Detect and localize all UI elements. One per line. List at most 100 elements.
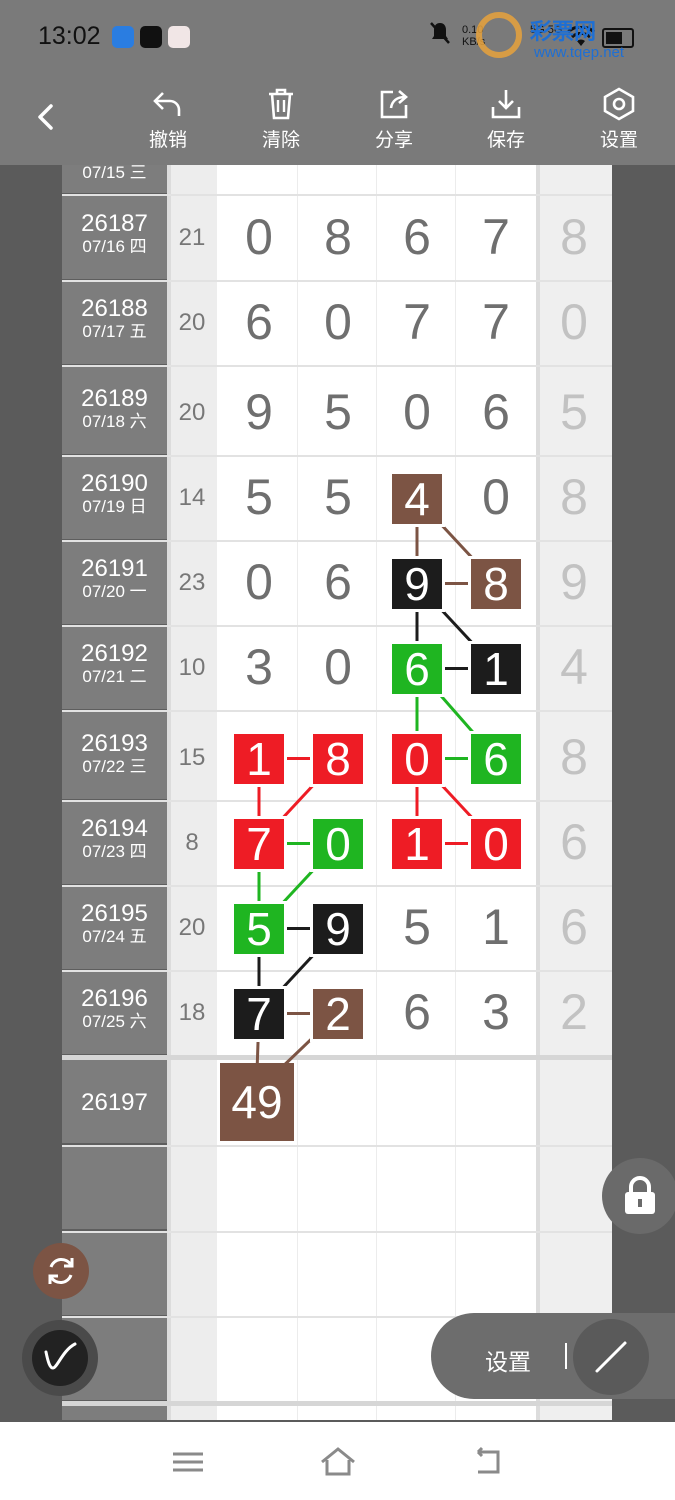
digit-cell[interactable]: 3 bbox=[457, 983, 535, 1041]
digit-cell[interactable]: 0 bbox=[220, 208, 298, 266]
issue-number: 26190 bbox=[81, 470, 148, 497]
digit-cell[interactable]: 7 bbox=[378, 293, 456, 351]
watermark-text: 彩票网 bbox=[530, 19, 597, 44]
highlighted-digit[interactable]: 9 bbox=[392, 558, 442, 609]
highlighted-digit[interactable]: 4 bbox=[392, 473, 442, 524]
digit-cell[interactable]: 3 bbox=[220, 638, 298, 696]
download-icon bbox=[491, 90, 521, 119]
pen-button[interactable] bbox=[22, 1320, 98, 1396]
digit-cell[interactable]: 5 bbox=[378, 898, 456, 956]
line-tool-button[interactable] bbox=[573, 1319, 649, 1395]
watermark-logo bbox=[476, 12, 522, 58]
highlighted-digit[interactable]: 7 bbox=[234, 988, 284, 1039]
settings-label: 设置 bbox=[599, 130, 638, 151]
refresh-button[interactable] bbox=[33, 1243, 89, 1299]
sum-value: 21 bbox=[178, 224, 206, 251]
highlighted-digit[interactable]: 1 bbox=[234, 733, 284, 784]
issue-date: 07/25 六 bbox=[82, 1012, 147, 1031]
digit-cell[interactable]: 7 bbox=[457, 208, 535, 266]
clear-label: 清除 bbox=[261, 130, 300, 151]
issue-number: 26192 bbox=[81, 640, 148, 667]
issue-date: 07/23 四 bbox=[82, 842, 147, 861]
highlighted-digit[interactable]: 1 bbox=[471, 643, 521, 694]
menu-nav-icon[interactable] bbox=[168, 1444, 208, 1480]
pill-separator bbox=[565, 1343, 567, 1369]
highlighted-digit[interactable]: 7 bbox=[234, 818, 284, 869]
trend-board[interactable]: 07/15 三 26187 07/16 四 21 0 8 6 7 8 26188 07/17 五2… bbox=[62, 165, 612, 1420]
save-label: 保存 bbox=[486, 130, 525, 151]
digit-cell[interactable]: 0 bbox=[299, 293, 377, 351]
issue-date: 07/16 四 bbox=[82, 237, 147, 256]
highlighted-digit[interactable]: 9 bbox=[313, 903, 363, 954]
extra-digit: 0 bbox=[560, 294, 588, 350]
issue-cell: 26195 07/24 五 bbox=[62, 886, 167, 971]
digit-cell[interactable]: 0 bbox=[299, 638, 377, 696]
settings-pill[interactable]: 设置 bbox=[431, 1313, 675, 1399]
line-tool-icon bbox=[595, 1341, 627, 1373]
lock-button[interactable] bbox=[602, 1158, 675, 1234]
digit-cell[interactable]: 0 bbox=[457, 468, 535, 526]
highlighted-digit[interactable]: 0 bbox=[313, 818, 363, 869]
digit-cell[interactable]: 5 bbox=[299, 468, 377, 526]
row-divider bbox=[62, 710, 612, 712]
next-issue-cell: 26197 bbox=[62, 1060, 167, 1145]
highlighted-digit[interactable]: 1 bbox=[392, 818, 442, 869]
sum-value: 18 bbox=[178, 999, 206, 1026]
issue-cell: 26196 07/25 六 bbox=[62, 971, 167, 1056]
highlighted-digit[interactable]: 6 bbox=[392, 643, 442, 694]
issue-cell: 26188 07/17 五 bbox=[62, 281, 167, 366]
issue-cell: 26191 07/20 一 bbox=[62, 541, 167, 626]
issue-number: 26187 bbox=[81, 210, 148, 237]
highlighted-digit[interactable]: 8 bbox=[313, 733, 363, 784]
trash-icon bbox=[269, 88, 293, 120]
undo-icon bbox=[153, 92, 181, 116]
settings-button[interactable]: 设置 bbox=[579, 83, 659, 161]
extra-digit: 5 bbox=[560, 384, 588, 440]
digit-cell[interactable]: 6 bbox=[378, 983, 456, 1041]
tiktok-icon bbox=[140, 26, 162, 48]
issue-number: 26196 bbox=[81, 985, 148, 1012]
issue-date: 07/21 二 bbox=[82, 667, 147, 686]
digit-cell[interactable]: 8 bbox=[299, 208, 377, 266]
save-button[interactable]: 保存 bbox=[466, 83, 546, 161]
pen-icon bbox=[44, 1342, 77, 1370]
sum-value: 14 bbox=[178, 484, 206, 511]
clear-button[interactable]: 清除 bbox=[241, 83, 321, 161]
issue-date: 07/15 三 bbox=[82, 165, 147, 182]
watermark-url: www.tqep.net bbox=[534, 44, 625, 61]
digit-cell[interactable]: 0 bbox=[378, 383, 456, 441]
extra-digit: 2 bbox=[560, 984, 588, 1040]
digit-cell[interactable]: 7 bbox=[457, 293, 535, 351]
issue-number: 26193 bbox=[81, 730, 148, 757]
highlighted-digit[interactable]: 0 bbox=[471, 818, 521, 869]
digit-cell[interactable]: 5 bbox=[299, 383, 377, 441]
digit-cell[interactable]: 6 bbox=[220, 293, 298, 351]
digit-cell[interactable]: 9 bbox=[220, 383, 298, 441]
digit-cell[interactable]: 6 bbox=[299, 553, 377, 611]
digit-cell[interactable]: 0 bbox=[220, 553, 298, 611]
issue-date: 07/18 六 bbox=[82, 412, 147, 431]
group-divider bbox=[62, 1401, 612, 1406]
digit-cell[interactable]: 6 bbox=[457, 383, 535, 441]
highlighted-digit[interactable]: 0 bbox=[392, 733, 442, 784]
highlighted-digit[interactable]: 2 bbox=[313, 988, 363, 1039]
undo-button[interactable]: 撤销 bbox=[128, 83, 208, 161]
sum-value: 20 bbox=[178, 399, 206, 426]
highlighted-digit[interactable]: 8 bbox=[471, 558, 521, 609]
highlighted-digit[interactable]: 6 bbox=[471, 733, 521, 784]
issue-number: 26189 bbox=[81, 385, 148, 412]
sum-value: 23 bbox=[178, 569, 206, 596]
extra-digit: 8 bbox=[560, 729, 588, 785]
back-nav-icon[interactable] bbox=[468, 1444, 508, 1480]
prediction-box[interactable]: 49 bbox=[220, 1063, 294, 1141]
home-nav-icon[interactable] bbox=[318, 1444, 358, 1480]
status-time: 13:02 bbox=[38, 22, 101, 50]
highlighted-digit[interactable]: 5 bbox=[234, 903, 284, 954]
share-button[interactable]: 分享 bbox=[354, 83, 434, 161]
issue-number: 26191 bbox=[81, 555, 148, 582]
digit-cell[interactable]: 5 bbox=[220, 468, 298, 526]
digit-cell[interactable]: 6 bbox=[378, 208, 456, 266]
digit-cell[interactable]: 1 bbox=[457, 898, 535, 956]
chevron-left-icon[interactable] bbox=[32, 103, 60, 131]
issue-cell: 26190 07/19 日 bbox=[62, 456, 167, 541]
